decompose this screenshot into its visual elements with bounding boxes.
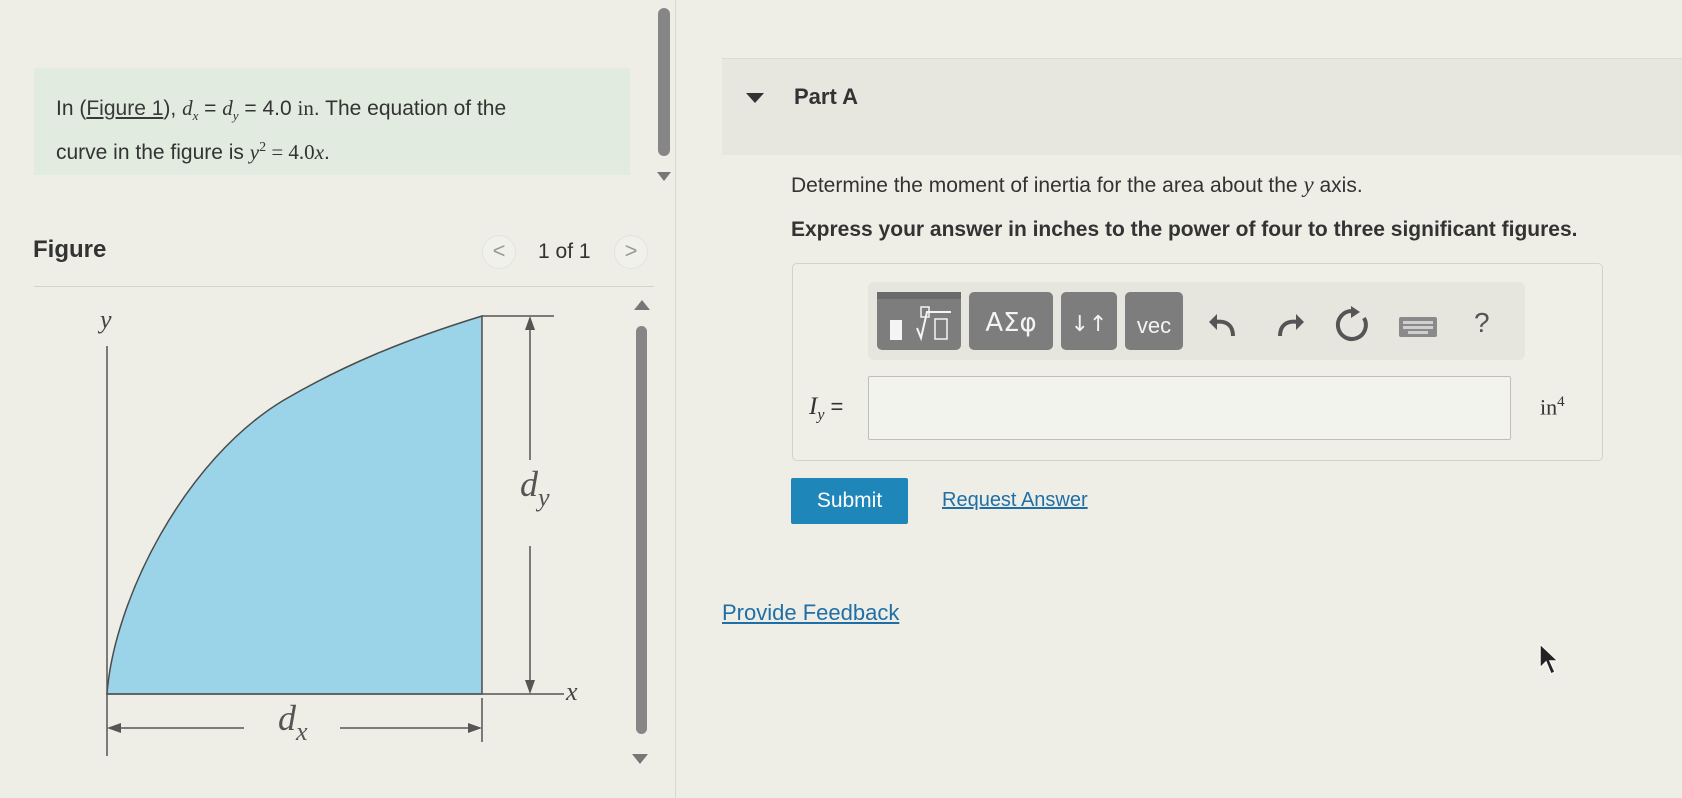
answer-unit: in4 — [1540, 394, 1565, 420]
y-axis-label: y — [97, 305, 112, 334]
mouse-cursor-icon — [1539, 642, 1560, 676]
subscript-arrows-icon: ↓↑ — [1070, 312, 1108, 337]
undo-icon[interactable] — [1205, 306, 1241, 342]
problem-after-link: ), — [163, 97, 183, 120]
figure-counter: 1 of 1 — [538, 240, 591, 263]
reset-icon[interactable] — [1333, 306, 1371, 344]
templates-button[interactable] — [877, 292, 961, 350]
dy-arrow-up — [525, 316, 535, 330]
problem-line-1: In (Figure 1), dx = dy = 4.0 in. The equ… — [56, 96, 507, 124]
request-answer-link[interactable]: Request Answer — [942, 489, 1088, 512]
question-text: Determine the moment of inertia for the … — [791, 172, 1363, 197]
answer-variable-label: Iy = — [809, 393, 844, 424]
shaded-area — [106, 314, 483, 695]
redo-icon[interactable] — [1272, 306, 1308, 342]
figure-next-button[interactable]: > — [614, 235, 648, 269]
greek-icon: ΑΣφ — [985, 308, 1037, 338]
instruction-text: Express your answer in inches to the pow… — [791, 218, 1578, 241]
vector-button[interactable]: vec — [1125, 292, 1183, 350]
greek-button[interactable]: ΑΣφ — [969, 292, 1053, 350]
figure-prev-button[interactable]: < — [482, 235, 516, 269]
dx-label: dx — [278, 698, 308, 746]
chevron-left-icon: < — [492, 238, 506, 263]
chevron-right-icon: > — [624, 238, 638, 263]
help-icon[interactable]: ? — [1474, 307, 1490, 339]
dy-label: dy — [520, 464, 550, 512]
figure-scrollbar-thumb[interactable] — [636, 326, 647, 734]
figure-title: Figure — [33, 236, 107, 263]
provide-feedback-link[interactable]: Provide Feedback — [722, 600, 899, 626]
figure-scroll-up-arrow[interactable] — [634, 300, 650, 310]
problem-prefix: In ( — [56, 97, 87, 120]
keyboard-icon[interactable] — [1398, 314, 1438, 342]
problem-statement: In (Figure 1), dx = dy = 4.0 in. The equ… — [34, 68, 630, 175]
part-a-title[interactable]: Part A — [794, 84, 858, 110]
vector-icon: vec — [1136, 313, 1172, 338]
problem-scroll-down-arrow[interactable] — [657, 172, 671, 181]
figure-divider — [34, 286, 654, 287]
collapse-caret-icon[interactable] — [746, 93, 764, 103]
part-a-header[interactable] — [722, 58, 1682, 155]
unit-in: in — [297, 96, 314, 120]
x-axis-label: x — [565, 677, 578, 706]
dx-symbol: dx — [182, 96, 199, 124]
dx-arrow-left — [107, 723, 121, 733]
dy-arrow-down — [525, 680, 535, 694]
figure-scroll-down-arrow[interactable] — [632, 754, 648, 764]
templates-icon — [877, 292, 961, 342]
answer-input[interactable] — [868, 376, 1511, 440]
dy-symbol: dy — [222, 96, 239, 124]
curve-equation: y2 = 4.0x — [249, 140, 325, 165]
figure-link[interactable]: Figure 1 — [86, 97, 163, 120]
figure-diagram: y x dy dx — [97, 305, 578, 756]
pane-divider[interactable] — [675, 0, 676, 798]
problem-line-2: curve in the figure is y2 = 4.0x. — [56, 140, 330, 165]
subscript-button[interactable]: ↓↑ — [1061, 292, 1117, 350]
dx-arrow-right — [468, 723, 482, 733]
submit-button[interactable]: Submit — [791, 478, 908, 524]
problem-scrollbar-thumb[interactable] — [658, 8, 670, 156]
